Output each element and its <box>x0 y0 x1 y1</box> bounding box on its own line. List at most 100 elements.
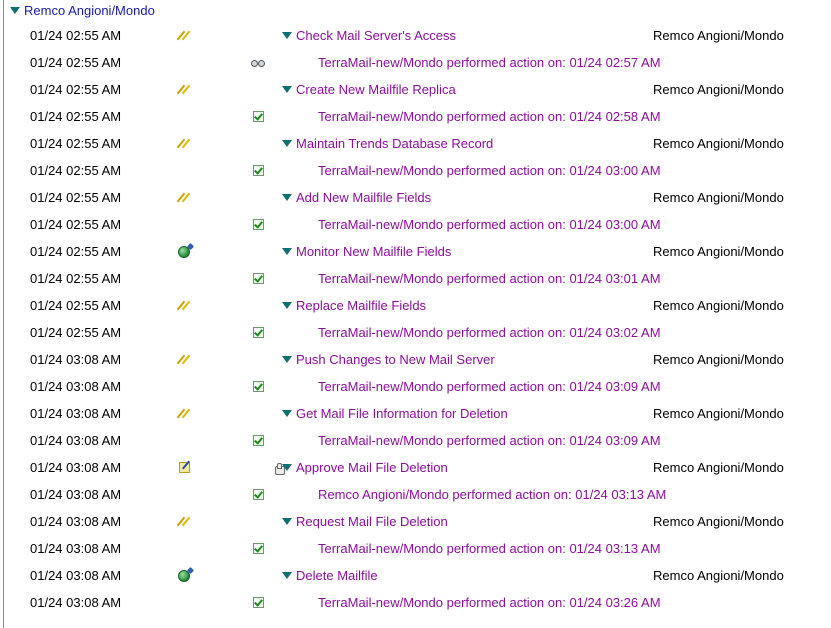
icon2-cell <box>250 211 266 238</box>
owner-cell: Remco Angioni/Mondo <box>653 406 784 421</box>
expand-triangle-icon[interactable] <box>282 464 292 471</box>
table-row[interactable]: 01/24 03:08 AM Request Mail File Deletion… <box>0 508 831 535</box>
icon1-cell <box>176 508 192 535</box>
task-title[interactable]: Check Mail Server's Access <box>282 22 456 49</box>
table-row[interactable]: 01/24 03:08 AM Get Mail File Information … <box>0 400 831 427</box>
timestamp-cell: 01/24 02:55 AM <box>30 136 122 151</box>
table-row-action[interactable]: 01/24 03:08 AM TerraMail-new/Mondo perfor… <box>0 589 831 616</box>
check-icon <box>252 543 264 554</box>
expand-triangle-icon[interactable] <box>282 518 292 525</box>
table-row[interactable]: 01/24 02:55 AM Monitor New Mailfile Field… <box>0 238 831 265</box>
expand-triangle-icon[interactable] <box>10 6 20 14</box>
timestamp-cell: 01/24 02:55 AM <box>30 82 122 97</box>
run-icon <box>177 300 191 312</box>
table-row-action[interactable]: 01/24 02:55 AM TerraMail-new/Mondo perfor… <box>0 265 831 292</box>
task-title[interactable]: Maintain Trends Database Record <box>282 130 493 157</box>
approve-icon <box>178 462 190 473</box>
globe-icon <box>178 569 190 582</box>
timestamp-cell: 01/24 03:08 AM <box>30 379 122 394</box>
table-row-action[interactable]: 01/24 03:08 AM TerraMail-new/Mondo perfor… <box>0 427 831 454</box>
task-title[interactable]: Request Mail File Deletion <box>282 508 448 535</box>
icon1-cell <box>176 400 192 427</box>
task-title-label: Delete Mailfile <box>296 568 378 583</box>
icon2-cell <box>250 265 266 292</box>
timestamp-cell: 01/24 02:55 AM <box>30 109 122 124</box>
timestamp-cell: 01/24 03:08 AM <box>30 541 122 556</box>
table-row-action[interactable]: 01/24 02:55 AM TerraMail-new/Mondo perfor… <box>0 211 831 238</box>
timestamp-cell: 01/24 02:55 AM <box>30 217 122 232</box>
check-icon <box>252 435 264 446</box>
action-detail: Remco Angioni/Mondo performed action on:… <box>318 487 667 502</box>
check-icon <box>252 219 264 230</box>
task-title[interactable]: Monitor New Mailfile Fields <box>282 238 451 265</box>
action-detail: TerraMail-new/Mondo performed action on:… <box>318 433 661 448</box>
action-detail: TerraMail-new/Mondo performed action on:… <box>318 541 661 556</box>
table-row[interactable]: 01/24 03:08 AM Delete Mailfile Remco Angio… <box>0 562 831 589</box>
action-detail: TerraMail-new/Mondo performed action on:… <box>318 163 661 178</box>
table-row-action[interactable]: 01/24 02:55 AM TerraMail-new/Mondo perfor… <box>0 157 831 184</box>
timestamp-cell: 01/24 03:08 AM <box>30 406 122 421</box>
expand-triangle-icon[interactable] <box>282 572 292 579</box>
table-row-action[interactable]: 01/24 03:08 AM Remco Angioni/Mondo perfor… <box>0 481 831 508</box>
icon1-cell <box>176 346 192 373</box>
run-icon <box>177 84 191 96</box>
table-row-action[interactable]: 01/24 02:55 AM TerraMail-new/Mondo perfor… <box>0 49 831 76</box>
icon2-cell <box>250 49 266 76</box>
timestamp-cell: 01/24 02:55 AM <box>30 55 122 70</box>
task-title[interactable]: Add New Mailfile Fields <box>282 184 431 211</box>
binoculars-icon <box>251 59 265 67</box>
table-row-action[interactable]: 01/24 02:55 AM TerraMail-new/Mondo perfor… <box>0 319 831 346</box>
timestamp-cell: 01/24 02:55 AM <box>30 190 122 205</box>
timestamp-cell: 01/24 03:08 AM <box>30 433 122 448</box>
timestamp-cell: 01/24 02:55 AM <box>30 325 122 340</box>
expand-triangle-icon[interactable] <box>282 248 292 255</box>
timestamp-cell: 01/24 03:08 AM <box>30 568 122 583</box>
table-row[interactable]: 01/24 02:55 AM Add New Mailfile Fields Rem… <box>0 184 831 211</box>
expand-triangle-icon[interactable] <box>282 194 292 201</box>
owner-cell: Remco Angioni/Mondo <box>653 136 784 151</box>
task-title[interactable]: Create New Mailfile Replica <box>282 76 456 103</box>
check-icon <box>252 327 264 338</box>
group-header-remco-angioni[interactable]: Remco Angioni/Mondo <box>10 0 155 20</box>
expand-triangle-icon[interactable] <box>282 302 292 309</box>
table-row[interactable]: 01/24 03:08 AM Approve Mail File Deletion… <box>0 454 831 481</box>
task-title-label: Add New Mailfile Fields <box>296 190 432 205</box>
expand-triangle-icon[interactable] <box>282 410 292 417</box>
expand-triangle-icon[interactable] <box>282 356 292 363</box>
table-row-action[interactable]: 01/24 03:08 AM TerraMail-new/Mondo perfor… <box>0 373 831 400</box>
action-detail: TerraMail-new/Mondo performed action on:… <box>318 325 661 340</box>
task-title[interactable]: Push Changes to New Mail Server <box>282 346 495 373</box>
check-icon <box>252 489 264 500</box>
owner-cell: Remco Angioni/Mondo <box>653 352 784 367</box>
table-row[interactable]: 01/24 02:55 AM Replace Mailfile Fields Rem… <box>0 292 831 319</box>
owner-cell: Remco Angioni/Mondo <box>653 28 784 43</box>
check-icon <box>252 381 264 392</box>
table-row-action[interactable]: 01/24 03:08 AM TerraMail-new/Mondo perfor… <box>0 535 831 562</box>
expand-triangle-icon[interactable] <box>282 140 292 147</box>
table-row-action[interactable]: 01/24 02:55 AM TerraMail-new/Mondo perfor… <box>0 103 831 130</box>
task-title[interactable]: Approve Mail File Deletion <box>282 454 448 481</box>
task-title-label: Replace Mailfile Fields <box>296 298 427 313</box>
expand-triangle-icon[interactable] <box>282 32 292 39</box>
action-detail: TerraMail-new/Mondo performed action on:… <box>318 379 661 394</box>
run-icon <box>177 138 191 150</box>
task-title[interactable]: Replace Mailfile Fields <box>282 292 426 319</box>
table-row[interactable]: 01/24 02:55 AM Maintain Trends Database R… <box>0 130 831 157</box>
owner-cell: Remco Angioni/Mondo <box>653 244 784 259</box>
task-title-label: Request Mail File Deletion <box>296 514 448 529</box>
run-icon <box>177 408 191 420</box>
task-title[interactable]: Get Mail File Information for Deletion <box>282 400 508 427</box>
timestamp-cell: 01/24 03:08 AM <box>30 460 122 475</box>
action-detail: TerraMail-new/Mondo performed action on:… <box>318 109 661 124</box>
icon1-cell <box>176 292 192 319</box>
task-title-label: Check Mail Server's Access <box>296 28 456 43</box>
action-detail: TerraMail-new/Mondo performed action on:… <box>318 595 661 610</box>
expand-triangle-icon[interactable] <box>282 86 292 93</box>
group-label: Remco Angioni/Mondo <box>24 2 155 18</box>
task-title[interactable]: Delete Mailfile <box>282 562 378 589</box>
table-row[interactable]: 01/24 02:55 AM Check Mail Server's Access… <box>0 22 831 49</box>
table-row[interactable]: 01/24 03:08 AM Push Changes to New Mail S… <box>0 346 831 373</box>
timestamp-cell: 01/24 02:55 AM <box>30 163 122 178</box>
icon1-cell <box>176 184 192 211</box>
table-row[interactable]: 01/24 02:55 AM Create New Mailfile Replic… <box>0 76 831 103</box>
